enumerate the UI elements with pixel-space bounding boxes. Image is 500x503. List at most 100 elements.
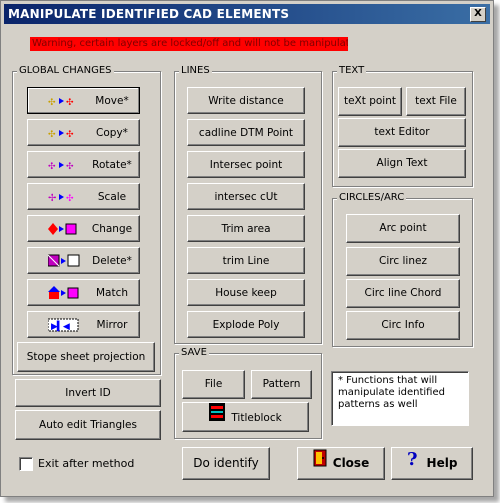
mirror-icon: ▶▍◀ [47,318,82,332]
svg-text:✣: ✣ [48,162,56,172]
circ-info-button[interactable]: Circ Info [346,311,460,340]
circles-arc-caption: CIRCLES/ARC [337,191,407,204]
text-file-button[interactable]: text File [406,87,466,116]
delete-button[interactable]: Delete* [27,247,140,274]
delete-label: Delete* [92,255,132,267]
help-label: Help [426,456,458,470]
invert-id-button[interactable]: Invert ID [15,379,161,407]
title-bar: MANIPULATE IDENTIFIED CAD ELEMENTS X [4,4,490,24]
help-button[interactable]: ? Help [391,447,473,480]
save-pattern-button[interactable]: Pattern [251,370,312,399]
match-label: Match [95,287,129,299]
svg-text:?: ? [407,449,418,467]
invert-id-label: Invert ID [65,387,111,399]
change-label: Change [91,223,133,235]
house-keep-button[interactable]: House keep [187,279,305,306]
auto-edit-triangles-label: Auto edit Triangles [39,419,137,431]
explode-poly-label: Explode Poly [212,319,280,331]
do-identify-button[interactable]: Do identify [182,447,270,480]
svg-text:✣: ✣ [66,194,74,204]
intersec-cut-button[interactable]: intersec cUt [187,183,305,210]
text-file-label: text File [415,95,457,107]
trim-line-label: trim Line [222,255,270,267]
write-distance-label: Write distance [208,95,284,107]
titleblock-icon [209,403,226,432]
text-editor-label: text Editor [374,126,430,138]
close-button[interactable]: Close [297,447,385,480]
warning-message: Warning, certain layers are locked/off a… [30,37,348,51]
exit-after-method-checkbox[interactable] [19,457,33,471]
svg-text:✣: ✣ [66,98,74,108]
cadline-dtm-point-label: cadline DTM Point [198,127,294,139]
intersec-point-label: Intersec point [209,159,283,171]
circ-line-chord-label: Circ line Chord [364,287,442,299]
match-icon [48,286,82,300]
save-file-button[interactable]: File [182,370,245,399]
align-text-button[interactable]: Align Text [338,149,466,178]
trim-line-button[interactable]: trim Line [187,247,305,274]
circ-line-chord-button[interactable]: Circ line Chord [346,279,460,308]
door-exit-icon [313,448,327,479]
text-point-label: teXt point [343,95,396,107]
circ-info-label: Circ Info [381,319,425,331]
intersec-cut-label: intersec cUt [214,191,278,203]
stope-sheet-projection-button[interactable]: Stope sheet projection [17,342,155,372]
svg-text:▶▍◀: ▶▍◀ [51,320,70,332]
lines-caption: LINES [179,64,212,77]
align-text-label: Align Text [376,157,428,169]
cadline-dtm-point-button[interactable]: cadline DTM Point [187,119,305,146]
change-icon [48,222,82,236]
copy-label: Copy* [96,127,128,139]
trim-area-label: Trim area [221,223,271,235]
write-distance-button[interactable]: Write distance [187,87,305,114]
text-caption: TEXT [337,64,367,77]
dialog-window: MANIPULATE IDENTIFIED CAD ELEMENTS X War… [0,0,494,497]
scale-label: Scale [97,191,127,203]
trim-area-button[interactable]: Trim area [187,215,305,242]
scale-icon: ✢ ✣ [48,190,82,204]
rotate-button[interactable]: ✣ ✣ Rotate* [27,151,140,178]
svg-text:✢: ✢ [48,193,56,204]
save-pattern-label: Pattern [262,378,301,390]
mirror-label: Mirror [96,319,128,331]
text-point-button[interactable]: teXt point [338,87,402,116]
exit-after-method-label: Exit after method [38,457,135,470]
move-icon: ✣ ✣ [48,94,82,108]
rotate-icon: ✣ ✣ [48,158,82,172]
move-button[interactable]: ✣ ✣ Move* [27,87,140,114]
text-editor-button[interactable]: text Editor [338,118,466,147]
stope-sheet-projection-label: Stope sheet projection [26,351,146,363]
help-question-icon: ? [407,448,421,479]
house-keep-label: House keep [215,287,277,299]
copy-icon: ✣ ✣ [48,126,82,140]
copy-button[interactable]: ✣ ✣ Copy* [27,119,140,146]
window-close-button[interactable]: X [470,7,486,22]
change-button[interactable]: Change [27,215,140,242]
rotate-label: Rotate* [92,159,132,171]
move-label: Move* [95,95,129,107]
global-changes-caption: GLOBAL CHANGES [17,64,114,77]
delete-icon [47,254,82,268]
mirror-button[interactable]: ▶▍◀ Mirror [27,311,140,338]
match-button[interactable]: Match [27,279,140,306]
svg-text:✣: ✣ [66,130,74,140]
auto-edit-triangles-button[interactable]: Auto edit Triangles [15,410,161,440]
functions-note: * Functions that will manipulate identif… [331,371,469,426]
arc-point-label: Arc point [379,222,427,234]
scale-button[interactable]: ✢ ✣ Scale [27,183,140,210]
svg-text:✣: ✣ [48,98,56,108]
save-file-label: File [204,378,223,390]
do-identify-label: Do identify [193,456,259,470]
circ-linez-button[interactable]: Circ linez [346,247,460,276]
circ-linez-label: Circ linez [379,255,427,267]
intersec-point-button[interactable]: Intersec point [187,151,305,178]
titleblock-button[interactable]: Titleblock [182,402,309,432]
svg-text:✣: ✣ [48,130,56,140]
window-title: MANIPULATE IDENTIFIED CAD ELEMENTS [8,7,290,21]
titleblock-label: Titleblock [231,411,282,424]
close-label: Close [332,456,370,470]
arc-point-button[interactable]: Arc point [346,214,460,243]
svg-text:✣: ✣ [66,162,74,172]
explode-poly-button[interactable]: Explode Poly [187,311,305,338]
save-caption: SAVE [179,346,209,359]
